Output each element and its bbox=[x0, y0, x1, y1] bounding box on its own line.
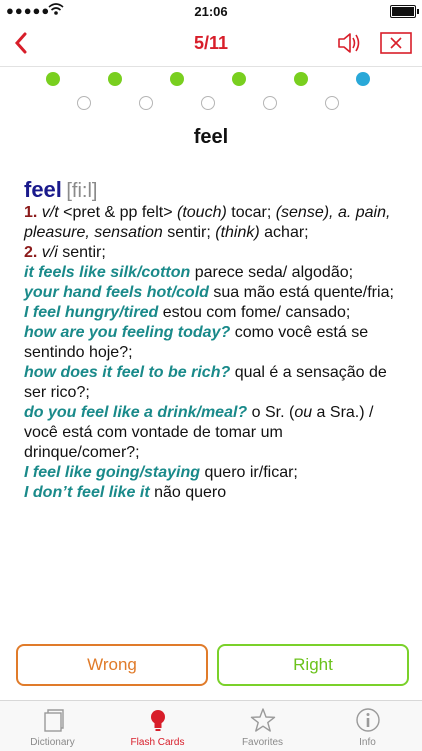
status-time: 21:06 bbox=[194, 4, 228, 19]
example-item: your hand feels hot/cold sua mão está qu… bbox=[24, 284, 394, 301]
battery-icon bbox=[390, 5, 419, 18]
dictionary-icon bbox=[44, 709, 64, 732]
tab-label: Dictionary bbox=[30, 737, 75, 748]
progress-dots bbox=[0, 72, 422, 112]
navigation-bar: 5/11 bbox=[0, 22, 422, 67]
flash-card-word: feel bbox=[193, 126, 229, 148]
wrong-button[interactable]: Wrong bbox=[16, 644, 208, 686]
progress-dot-done bbox=[170, 72, 184, 86]
info-icon bbox=[356, 708, 380, 732]
dictionary-entry: feel [fi:l] 1. v/t <pret & pp felt> (tou… bbox=[24, 177, 402, 503]
tab-flash-cards[interactable]: Flash Cards bbox=[105, 701, 210, 751]
progress-dot-pending bbox=[77, 96, 91, 110]
entry-phonetic: [fi:l] bbox=[66, 180, 98, 202]
entry-headword: feel bbox=[24, 177, 62, 202]
example-item: it feels like silk/cotton parece seda/ a… bbox=[24, 264, 354, 281]
tab-label: Info bbox=[359, 737, 376, 748]
tab-label: Flash Cards bbox=[130, 737, 185, 748]
example-item: how are you feeling today? como você est… bbox=[24, 324, 369, 361]
tab-info[interactable]: Info bbox=[315, 701, 420, 751]
star-icon bbox=[250, 708, 276, 732]
sense-1: 1. v/t <pret & pp felt> (touch) tocar; (… bbox=[24, 204, 391, 241]
example-item: I don’t feel like it não quero bbox=[24, 484, 227, 501]
progress-dot-done bbox=[232, 72, 246, 86]
right-button[interactable]: Right bbox=[217, 644, 409, 686]
progress-dot-done bbox=[108, 72, 122, 86]
sense-2: 2. v/i sentir; bbox=[24, 244, 106, 261]
close-card-icon[interactable] bbox=[380, 32, 412, 54]
status-bar: ●●●●● 21:06 bbox=[0, 0, 422, 22]
lightbulb-icon bbox=[151, 710, 165, 731]
progress-dot-pending bbox=[325, 96, 339, 110]
speaker-icon[interactable] bbox=[334, 28, 364, 58]
example-item: how does it feel to be rich? qual é a se… bbox=[24, 364, 387, 401]
progress-dot-current bbox=[356, 72, 370, 86]
progress-dot-pending bbox=[263, 96, 277, 110]
tab-dictionary[interactable]: Dictionary bbox=[0, 701, 105, 751]
example-item: do you feel like a drink/meal? o Sr. (ou… bbox=[24, 404, 374, 461]
tab-label: Favorites bbox=[241, 737, 284, 748]
example-item: I feel hungry/tired estou com fome/ cans… bbox=[24, 304, 351, 321]
progress-dot-done bbox=[46, 72, 60, 86]
progress-dot-pending bbox=[139, 96, 153, 110]
tab-favorites[interactable]: Favorites bbox=[210, 701, 315, 751]
progress-dot-done bbox=[294, 72, 308, 86]
progress-dot-pending bbox=[201, 96, 215, 110]
example-item: I feel like going/staying quero ir/ficar… bbox=[24, 464, 298, 481]
tab-bar: Dictionary Flash Cards Favorites Info bbox=[0, 700, 422, 751]
